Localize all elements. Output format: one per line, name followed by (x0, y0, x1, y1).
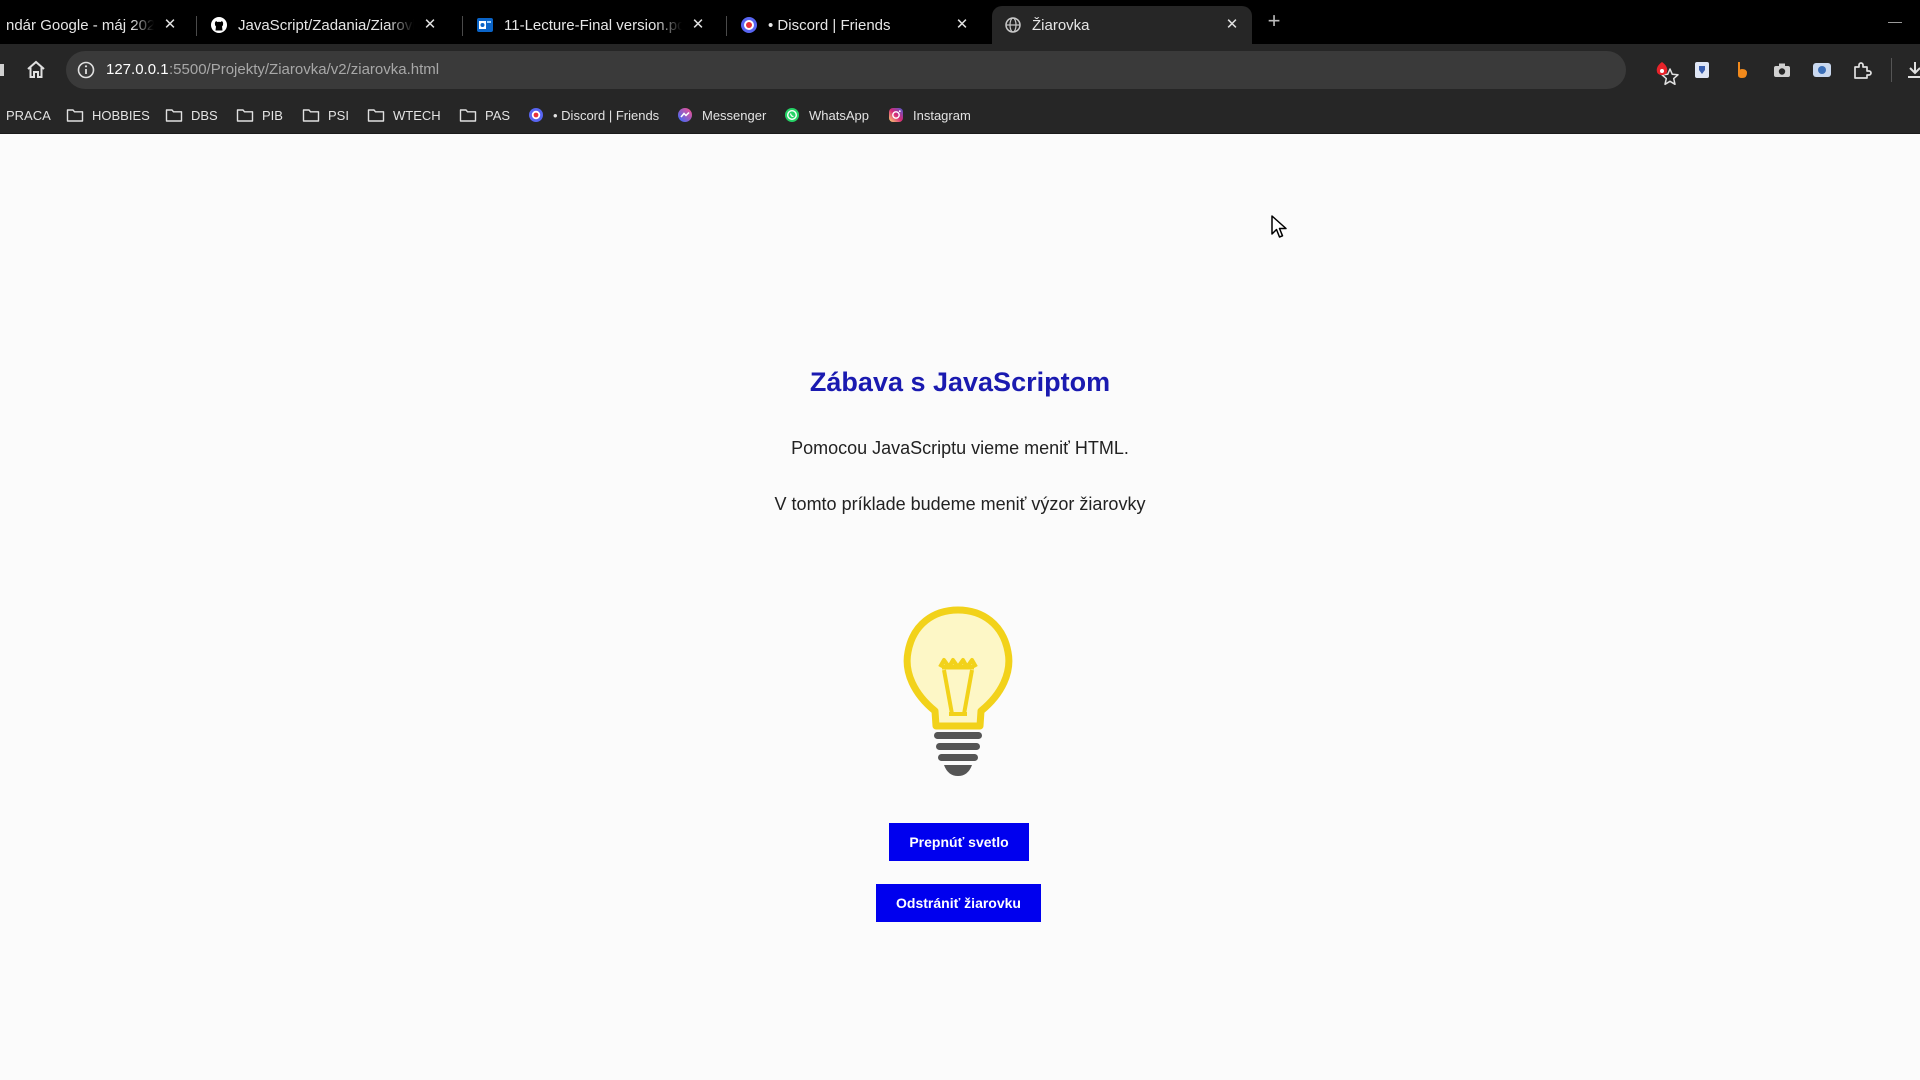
extension-shield-icon[interactable] (1691, 59, 1713, 81)
close-icon[interactable]: ✕ (690, 17, 706, 33)
tab-title: JavaScript/Zadania/Ziarovka/za (238, 16, 414, 34)
bookmark-praca[interactable]: PRACA (6, 104, 51, 126)
bookmark-discord[interactable]: • Discord | Friends (527, 104, 659, 126)
puzzle-icon[interactable] (1851, 59, 1873, 81)
bookmark-pib[interactable]: PIB (236, 104, 283, 126)
bookmark-label: PIB (262, 107, 283, 123)
messenger-icon (676, 106, 694, 124)
bookmark-dbs[interactable]: DBS (165, 104, 218, 126)
whatsapp-icon (783, 106, 801, 124)
back-arrow-icon[interactable] (0, 64, 4, 76)
tab-ziarovka[interactable]: Žiarovka ✕ (992, 6, 1252, 44)
bookmark-messenger[interactable]: Messenger (676, 104, 766, 126)
extension-orange-icon[interactable] (1731, 59, 1753, 81)
browser-window: ndár Google - máj 2024 ✕ JavaScript/Zada… (0, 0, 1920, 1080)
camera-icon[interactable] (1771, 59, 1793, 81)
tab-github[interactable]: JavaScript/Zadania/Ziarovka/za ✕ (198, 6, 450, 44)
close-icon[interactable]: ✕ (954, 17, 970, 33)
url-path: :5500/Projekty/Ziarovka/v2/ziarovka.html (169, 61, 440, 78)
info-icon[interactable] (76, 60, 96, 80)
bookmark-label: PRACA (6, 107, 51, 123)
tab-google-calendar[interactable]: ndár Google - máj 2024 ✕ (0, 6, 190, 44)
address-bar[interactable]: 127.0.0.1 :5500/Projekty/Ziarovka/v2/zia… (66, 51, 1679, 89)
lightbulb-image (896, 604, 1020, 784)
discord-icon (527, 106, 545, 124)
tab-separator (726, 16, 727, 36)
folder-icon (459, 106, 477, 124)
instagram-icon (887, 106, 905, 124)
bookmark-wtech[interactable]: WTECH (367, 104, 441, 126)
new-tab-button[interactable]: + (1262, 10, 1286, 34)
tab-title: • Discord | Friends (768, 16, 891, 34)
folder-icon (302, 106, 320, 124)
bookmark-instagram[interactable]: Instagram (887, 104, 971, 126)
tab-title: Žiarovka (1032, 16, 1090, 34)
globe-icon (1004, 16, 1022, 34)
tab-strip: ndár Google - máj 2024 ✕ JavaScript/Zada… (0, 0, 1920, 44)
toggle-light-button[interactable]: Prepnúť svetlo (889, 823, 1029, 861)
bookmark-psi[interactable]: PSI (302, 104, 349, 126)
bookmark-label: Instagram (913, 107, 971, 123)
tab-title: 11-Lecture-Final version.pdf - N (504, 16, 682, 34)
toolbar-separator (1891, 58, 1892, 82)
bookmarks-bar: PRACA HOBBIES DBS PIB PSI WTECH PAS • Di… (0, 96, 1920, 134)
discord-icon (740, 16, 758, 34)
bookmark-whatsapp[interactable]: WhatsApp (783, 104, 869, 126)
home-icon[interactable] (24, 58, 48, 82)
bookmark-label: PSI (328, 107, 349, 123)
folder-icon (236, 106, 254, 124)
bookmark-label: • Discord | Friends (553, 107, 660, 123)
intro-paragraph-2: V tomto príklade budeme meniť výzor žiar… (774, 494, 1146, 514)
page-title: Zábava s JavaScriptom (809, 367, 1111, 397)
tab-title: ndár Google - máj 2024 (6, 16, 154, 34)
folder-icon (165, 106, 183, 124)
bookmark-label: WhatsApp (809, 107, 869, 123)
bookmark-label: Messenger (702, 107, 767, 123)
tab-separator (196, 16, 197, 36)
close-icon[interactable]: ✕ (162, 17, 178, 33)
download-icon[interactable] (1904, 59, 1920, 81)
tab-pdf[interactable]: 11-Lecture-Final version.pdf - N ✕ (464, 6, 718, 44)
browser-toolbar: 127.0.0.1 :5500/Projekty/Ziarovka/v2/zia… (0, 44, 1920, 96)
close-icon[interactable]: ✕ (1224, 17, 1240, 33)
page-content: Zábava s JavaScriptom Pomocou JavaScript… (0, 134, 1920, 1080)
tab-discord[interactable]: • Discord | Friends ✕ (728, 6, 982, 44)
outlook-icon (476, 16, 494, 34)
bookmark-hobbies[interactable]: HOBBIES (66, 104, 150, 126)
extension-window-icon[interactable] (1811, 59, 1833, 81)
extension-red-icon[interactable] (1651, 59, 1673, 81)
intro-paragraph-1: Pomocou JavaScriptu vieme meniť HTML. (791, 438, 1129, 458)
bookmark-label: DBS (191, 107, 218, 123)
tab-separator (462, 16, 463, 36)
mouse-cursor-icon (1270, 214, 1290, 240)
bookmark-label: WTECH (393, 107, 441, 123)
bookmark-label: PAS (485, 107, 511, 123)
url-host: 127.0.0.1 (106, 61, 169, 78)
github-icon (210, 16, 228, 34)
bookmark-pas[interactable]: PAS (459, 104, 510, 126)
close-icon[interactable]: ✕ (422, 17, 438, 33)
remove-bulb-button[interactable]: Odstrániť žiarovku (876, 884, 1041, 922)
bookmark-label: HOBBIES (92, 107, 150, 123)
minimize-icon[interactable] (1888, 22, 1902, 23)
folder-icon (66, 106, 84, 124)
folder-icon (367, 106, 385, 124)
